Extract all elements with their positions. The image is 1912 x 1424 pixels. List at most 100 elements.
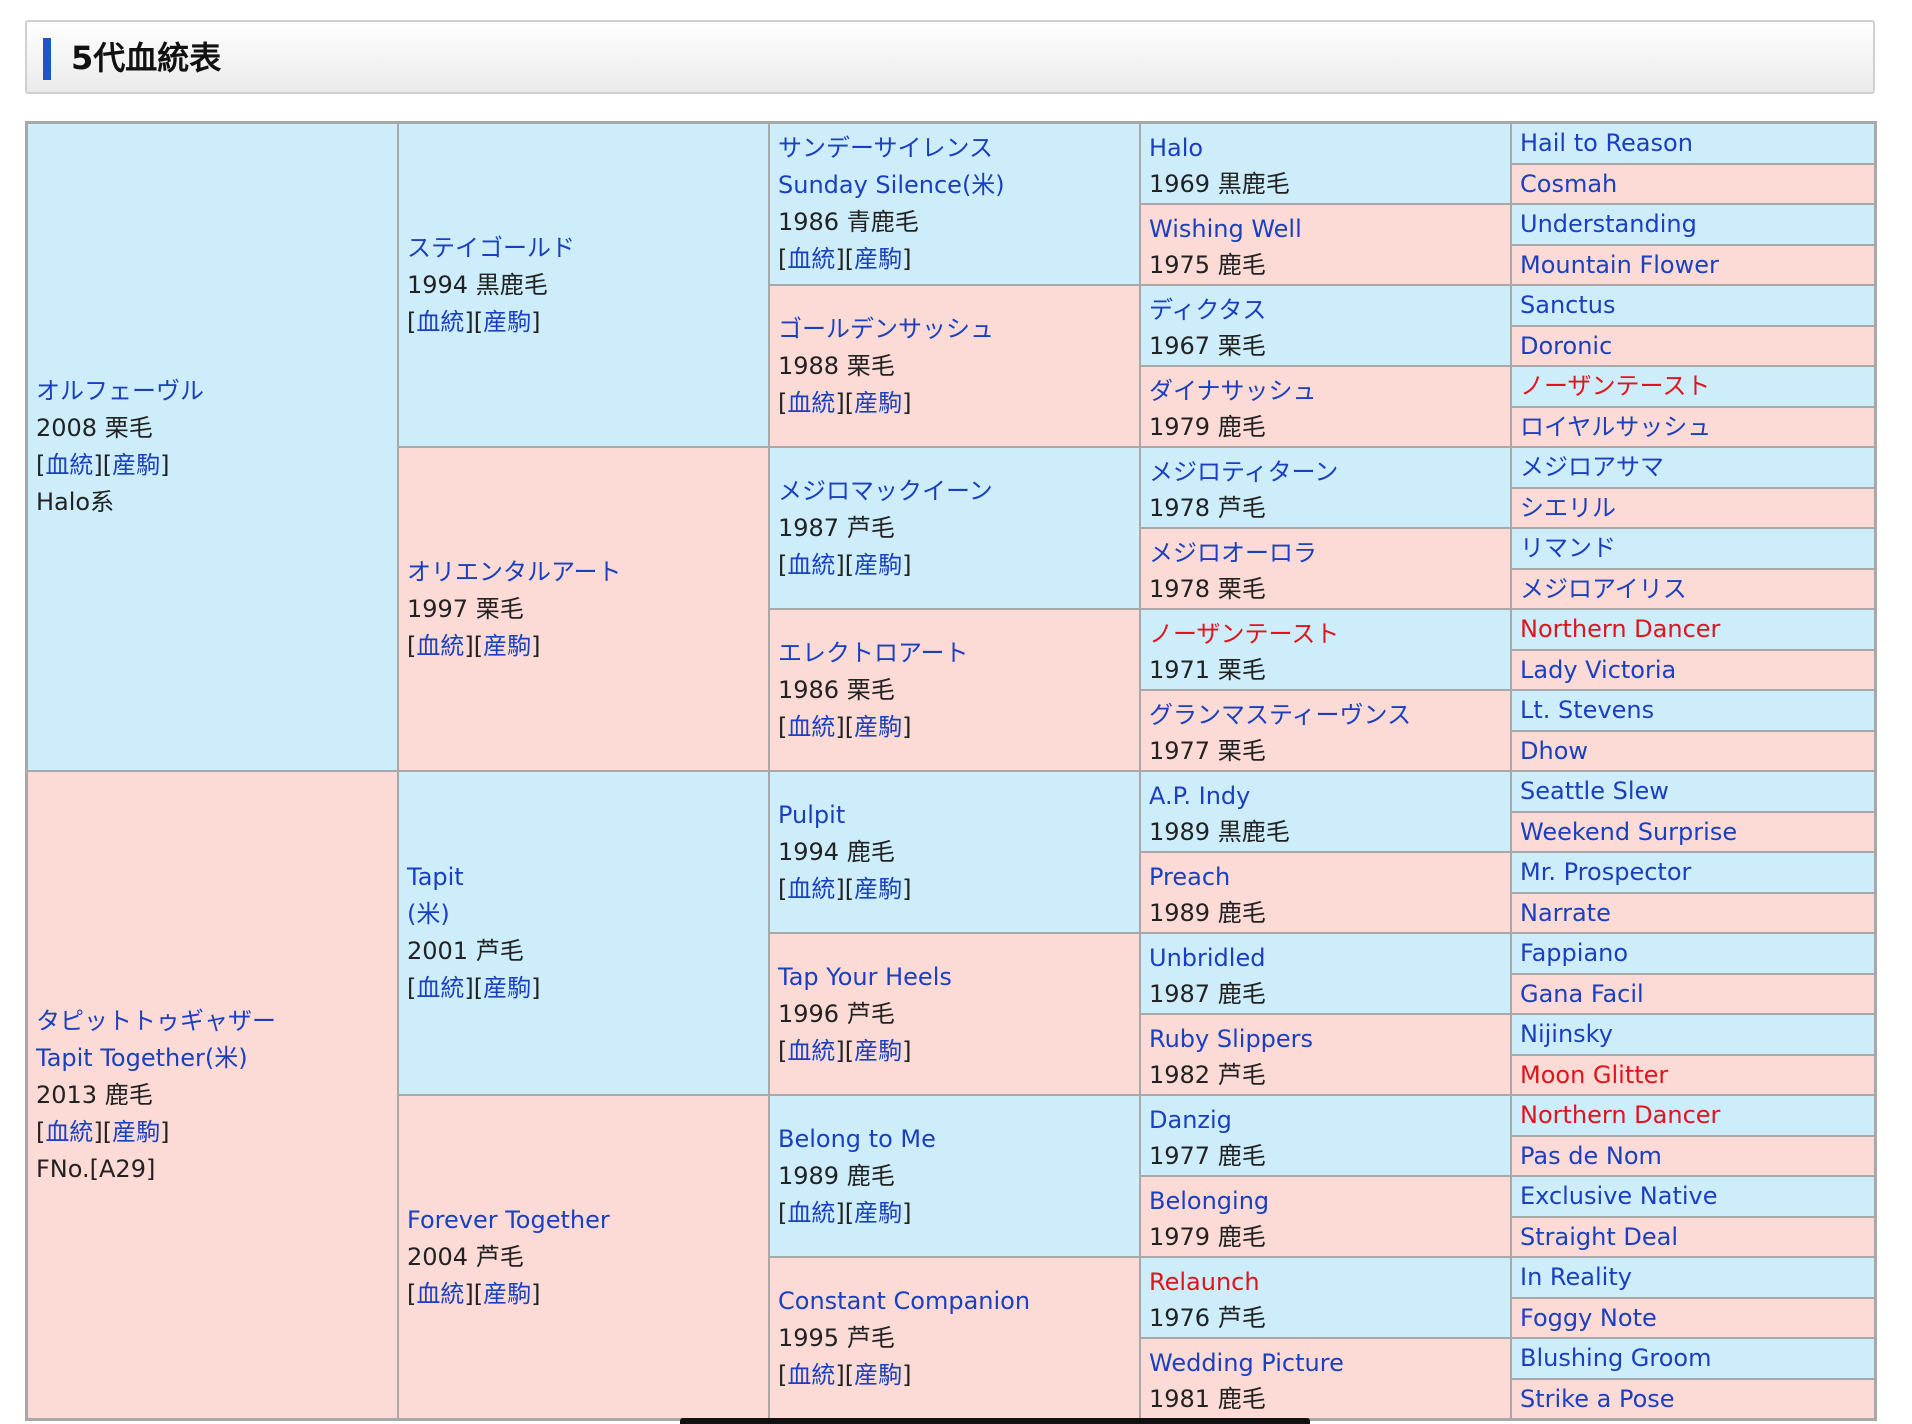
horse-name-link[interactable]: Gana Facil (1520, 976, 1644, 1012)
offspring-link[interactable]: 産駒 (854, 1199, 902, 1227)
horse-name-link[interactable]: Moon Glitter (1520, 1057, 1668, 1093)
horse-name-link[interactable]: Mountain Flower (1520, 247, 1719, 283)
horse-name-link[interactable]: Seattle Slew (1520, 773, 1669, 809)
pedigree-link[interactable]: 血統 (787, 551, 835, 579)
pedigree-link[interactable]: 血統 (787, 1361, 835, 1389)
pedigree-link[interactable]: 血統 (416, 974, 464, 1002)
horse-name-link[interactable]: In Reality (1520, 1259, 1632, 1295)
horse-name-link[interactable]: Fappiano (1520, 935, 1628, 971)
horse-name-link[interactable]: メジロマックイーン (778, 473, 1131, 510)
offspring-link[interactable]: 産駒 (112, 451, 160, 479)
horse-name-link[interactable]: Wedding Picture (1149, 1345, 1502, 1381)
horse-name-link[interactable]: Foggy Note (1520, 1300, 1657, 1336)
horse-name-link[interactable]: Halo (1149, 130, 1502, 166)
offspring-link[interactable]: 産駒 (483, 974, 531, 1002)
pedigree-link[interactable]: 血統 (45, 1118, 93, 1146)
horse-name-link[interactable]: Hail to Reason (1520, 125, 1693, 161)
horse-name-link[interactable]: Tapit (407, 859, 760, 896)
horse-alt-name-link[interactable]: Tapit Together(米) (36, 1040, 389, 1077)
offspring-link[interactable]: 産駒 (854, 1037, 902, 1065)
horse-name-link[interactable]: シエリル (1520, 490, 1616, 526)
horse-name-link[interactable]: Exclusive Native (1520, 1178, 1718, 1214)
pedigree-link[interactable]: 血統 (787, 389, 835, 417)
horse-name-link[interactable]: メジロアイリス (1520, 571, 1687, 607)
horse-name-link[interactable]: メジロオーロラ (1149, 535, 1502, 571)
offspring-link[interactable]: 産駒 (483, 632, 531, 660)
pedigree-link[interactable]: 血統 (787, 713, 835, 741)
horse-name-link[interactable]: Straight Deal (1520, 1219, 1678, 1255)
horse-name-link[interactable]: Wishing Well (1149, 211, 1502, 247)
pedigree-link[interactable]: 血統 (45, 451, 93, 479)
offspring-link[interactable]: 産駒 (854, 245, 902, 273)
horse-name-link[interactable]: ノーザンテースト (1520, 368, 1710, 404)
bracket: ][ (835, 1036, 855, 1065)
horse-name-link[interactable]: Northern Dancer (1520, 611, 1720, 647)
horse-name-link[interactable]: ディクタス (1149, 292, 1502, 328)
horse-name-link[interactable]: オリエンタルアート (407, 554, 760, 591)
offspring-link[interactable]: 産駒 (854, 875, 902, 903)
horse-name-link[interactable]: Narrate (1520, 895, 1611, 931)
horse-name-link[interactable]: Forever Together (407, 1202, 760, 1239)
horse-name-link[interactable]: エレクトロアート (778, 635, 1131, 672)
horse-name-link[interactable]: ダイナサッシュ (1149, 373, 1502, 409)
horse-name-link[interactable]: Pulpit (778, 797, 1131, 834)
horse-name-link[interactable]: メジロティターン (1149, 454, 1502, 490)
pedigree-cell-gen5: Fappiano (1511, 933, 1875, 974)
horse-name-link[interactable]: ゴールデンサッシュ (778, 311, 1131, 348)
horse-name-link[interactable]: リマンド (1520, 530, 1616, 566)
horse-name-link[interactable]: グランマスティーヴンス (1149, 697, 1502, 733)
horse-info: 1982 芦毛 (1149, 1061, 1266, 1089)
horse-name-link[interactable]: Sanctus (1520, 287, 1615, 323)
horse-name-link[interactable]: Relaunch (1149, 1264, 1502, 1300)
horse-name-link[interactable]: Belonging (1149, 1183, 1502, 1219)
pedigree-link[interactable]: 血統 (416, 308, 464, 336)
horse-name-link[interactable]: Weekend Surprise (1520, 814, 1737, 850)
horse-alt-name-link[interactable]: (米) (407, 896, 760, 933)
horse-name-link[interactable]: Belong to Me (778, 1121, 1131, 1158)
horse-alt-name-link[interactable]: Sunday Silence(米) (778, 167, 1131, 204)
horse-name-link[interactable]: Danzig (1149, 1102, 1502, 1138)
horse-name-link[interactable]: タピットトゥギャザー (36, 1003, 389, 1040)
horse-name-link[interactable]: ロイヤルサッシュ (1520, 409, 1711, 445)
horse-name-link[interactable]: Lady Victoria (1520, 652, 1676, 688)
offspring-link[interactable]: 産駒 (112, 1118, 160, 1146)
horse-name-link[interactable]: Cosmah (1520, 166, 1617, 202)
horse-name-link[interactable]: Tap Your Heels (778, 959, 1131, 996)
horse-name-link[interactable]: ステイゴールド (407, 230, 760, 267)
horse-name-link[interactable]: ノーザンテースト (1149, 616, 1502, 652)
pedigree-link[interactable]: 血統 (416, 632, 464, 660)
pedigree-link[interactable]: 血統 (416, 1280, 464, 1308)
pedigree-link[interactable]: 血統 (787, 1037, 835, 1065)
offspring-link[interactable]: 産駒 (854, 713, 902, 741)
horse-name-link[interactable]: A.P. Indy (1149, 778, 1502, 814)
bracket: ] (160, 451, 170, 479)
offspring-link[interactable]: 産駒 (483, 1280, 531, 1308)
horse-name-link[interactable]: Strike a Pose (1520, 1381, 1675, 1417)
horse-name-link[interactable]: メジロアサマ (1520, 449, 1664, 485)
horse-name-link[interactable]: Lt. Stevens (1520, 692, 1654, 728)
offspring-link[interactable]: 産駒 (483, 308, 531, 336)
horse-name-link[interactable]: Northern Dancer (1520, 1097, 1720, 1133)
bracket: [ (778, 388, 788, 417)
pedigree-link[interactable]: 血統 (787, 875, 835, 903)
horse-name-link[interactable]: Doronic (1520, 328, 1612, 364)
offspring-link[interactable]: 産駒 (854, 1361, 902, 1389)
horse-name-link[interactable]: Blushing Groom (1520, 1340, 1711, 1376)
pedigree-cell-gen4: Belonging 1979 鹿毛 (1140, 1176, 1511, 1257)
offspring-link[interactable]: 産駒 (854, 551, 902, 579)
horse-name-link[interactable]: サンデーサイレンス (778, 130, 1131, 167)
horse-name-link[interactable]: Constant Companion (778, 1283, 1131, 1320)
offspring-link[interactable]: 産駒 (854, 389, 902, 417)
horse-name-link[interactable]: Preach (1149, 859, 1502, 895)
horse-name-link[interactable]: Ruby Slippers (1149, 1021, 1502, 1057)
horse-name-link[interactable]: Unbridled (1149, 940, 1502, 976)
horse-name-link[interactable]: Pas de Nom (1520, 1138, 1662, 1174)
horse-name-link[interactable]: Nijinsky (1520, 1016, 1613, 1052)
pedigree-link[interactable]: 血統 (787, 1199, 835, 1227)
horse-name-link[interactable]: Mr. Prospector (1520, 854, 1691, 890)
horse-name-link[interactable]: オルフェーヴル (36, 373, 389, 410)
pedigree-link[interactable]: 血統 (787, 245, 835, 273)
horse-name-link[interactable]: Understanding (1520, 206, 1697, 242)
horse-name-link[interactable]: Dhow (1520, 733, 1588, 769)
horse-info: 1971 栗毛 (1149, 656, 1266, 684)
